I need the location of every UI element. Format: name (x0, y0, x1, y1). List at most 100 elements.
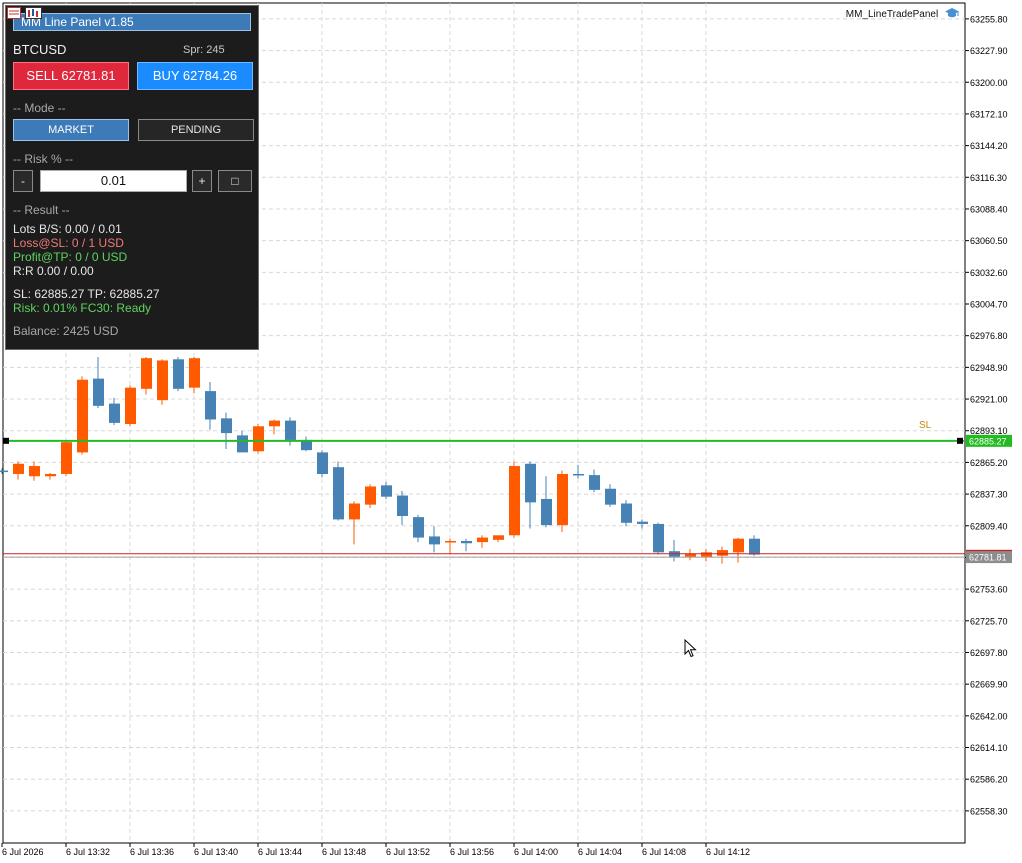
time-tick-label: 6 Jul 13:40 (194, 847, 238, 857)
risk-header: -- Risk % -- (13, 152, 73, 166)
risk-input[interactable]: 0.01 (40, 170, 187, 192)
time-tick-label: 6 Jul 14:08 (642, 847, 686, 857)
rr-text: R:R 0.00 / 0.00 (13, 264, 94, 278)
loss-text: Loss@SL: 0 / 1 USD (13, 236, 124, 250)
price-tick-label: 62753.60 (970, 585, 1008, 595)
candle-body (589, 475, 600, 490)
price-tick-label: 63004.70 (970, 300, 1008, 310)
price-tick-label: 63088.40 (970, 204, 1008, 214)
price-tick-label: 62921.00 (970, 395, 1008, 405)
candle-body (445, 540, 456, 543)
price-tick-label: 63060.50 (970, 236, 1008, 246)
indicator-name: MM_LineTradePanel (845, 9, 939, 20)
time-tick-label: 6 Jul 2026 (2, 847, 44, 857)
indicator-label: MM_LineTradePanel (846, 7, 960, 20)
candle-body (29, 466, 40, 477)
time-tick-label: 6 Jul 13:32 (66, 847, 110, 857)
square-button[interactable]: □ (218, 170, 252, 192)
price-tick-label: 63227.90 (970, 46, 1008, 56)
price-label: 62885.27 (969, 436, 1007, 446)
candle-body (477, 537, 488, 543)
candle-body (349, 503, 360, 520)
candle-body (141, 358, 152, 389)
candle-body (189, 358, 200, 388)
menu-icon[interactable] (7, 7, 21, 19)
candle-body (493, 535, 504, 540)
symbol-label: BTCUSD (13, 42, 67, 57)
sl-annotation: SL (919, 420, 932, 431)
price-tick-label: 63116.30 (970, 173, 1007, 183)
price-tick-label: 62669.90 (970, 680, 1008, 690)
market-mode-button[interactable]: MARKET (13, 119, 129, 141)
candle-body (45, 473, 56, 477)
price-tick-label: 62948.90 (970, 363, 1008, 373)
candle-body (717, 550, 728, 556)
candle-body (205, 391, 216, 420)
price-tick-label: 62697.80 (970, 648, 1008, 658)
candle-body (109, 403, 120, 423)
candle-body (13, 463, 24, 474)
mode-header: -- Mode -- (13, 101, 66, 115)
candle-body (173, 359, 184, 389)
candle-body (221, 418, 232, 434)
price-tick-label: 62586.20 (970, 775, 1008, 785)
price-tick-label: 63144.20 (970, 141, 1008, 151)
buy-button[interactable]: BUY 62784.26 (137, 62, 253, 90)
time-tick-label: 6 Jul 14:00 (514, 847, 558, 857)
risk-decrease-button[interactable]: - (13, 170, 33, 192)
time-axis: 6 Jul 2026 6 Jul 13:32 6 Jul 13:36 6 Jul 13… (1, 843, 750, 857)
candle-body (749, 538, 760, 555)
candle-body (381, 485, 392, 497)
time-tick-label: 6 Jul 14:12 (706, 847, 750, 857)
candle-body (541, 498, 552, 526)
price-tick-label: 63032.60 (970, 268, 1008, 278)
candle-body (509, 466, 520, 536)
chart-icon[interactable] (25, 7, 42, 19)
price-tick-label: 62865.20 (970, 458, 1008, 468)
price-tick-label: 62725.70 (970, 616, 1008, 626)
graduation-cap-icon (945, 8, 959, 18)
price-axis: 63255.80 63227.90 63200.00 63172.10 63144.20… (965, 14, 1008, 816)
candle-body (461, 540, 472, 544)
price-tick-label: 62976.80 (970, 331, 1008, 341)
panel-title[interactable]: MM Line Panel v1.85 (13, 13, 251, 31)
candle-body (557, 473, 568, 526)
sell-button[interactable]: SELL 62781.81 (13, 62, 129, 90)
price-tick-label: 62614.10 (970, 743, 1008, 753)
candle-body (237, 435, 248, 453)
price-tick-label: 62558.30 (970, 806, 1008, 816)
sl-tp-text: SL: 62885.27 TP: 62885.27 (13, 287, 160, 301)
spread-label: Spr: 245 (183, 44, 225, 56)
trade-panel: MM Line Panel v1.85 BTCUSD Spr: 245 SELL… (5, 5, 259, 350)
candle-body (333, 467, 344, 520)
time-tick-label: 6 Jul 13:44 (258, 847, 302, 857)
price-tick-label: 63172.10 (970, 109, 1008, 119)
candle-body (269, 420, 280, 427)
candle-body (525, 463, 536, 503)
time-tick-label: 6 Jul 13:56 (450, 847, 494, 857)
candle-body (429, 536, 440, 545)
result-header: -- Result -- (13, 203, 70, 217)
candle-body (605, 488, 616, 505)
price-tick-label: 62642.00 (970, 711, 1008, 721)
risk-increase-button[interactable]: + (192, 170, 212, 192)
line-handle-left[interactable] (3, 437, 9, 444)
price-tick-label: 62893.10 (970, 426, 1008, 436)
time-tick-label: 6 Jul 13:48 (322, 847, 366, 857)
candle-body (701, 552, 712, 557)
candle-body (397, 495, 408, 516)
mouse-cursor-icon (684, 639, 697, 658)
candle-body (93, 378, 104, 406)
candle-body (653, 523, 664, 553)
candle-body (365, 486, 376, 505)
balance-text: Balance: 2425 USD (13, 324, 119, 338)
line-handle-right[interactable] (957, 437, 963, 444)
candle-body (733, 538, 744, 553)
risk-status-text: Risk: 0.01% FC30: Ready (13, 301, 152, 315)
pending-mode-button[interactable]: PENDING (138, 119, 254, 141)
candle-body (573, 473, 584, 476)
candle-body (157, 360, 168, 401)
profit-text: Profit@TP: 0 / 0 USD (13, 250, 128, 264)
candle-body (413, 517, 424, 538)
candle-body (621, 503, 632, 523)
